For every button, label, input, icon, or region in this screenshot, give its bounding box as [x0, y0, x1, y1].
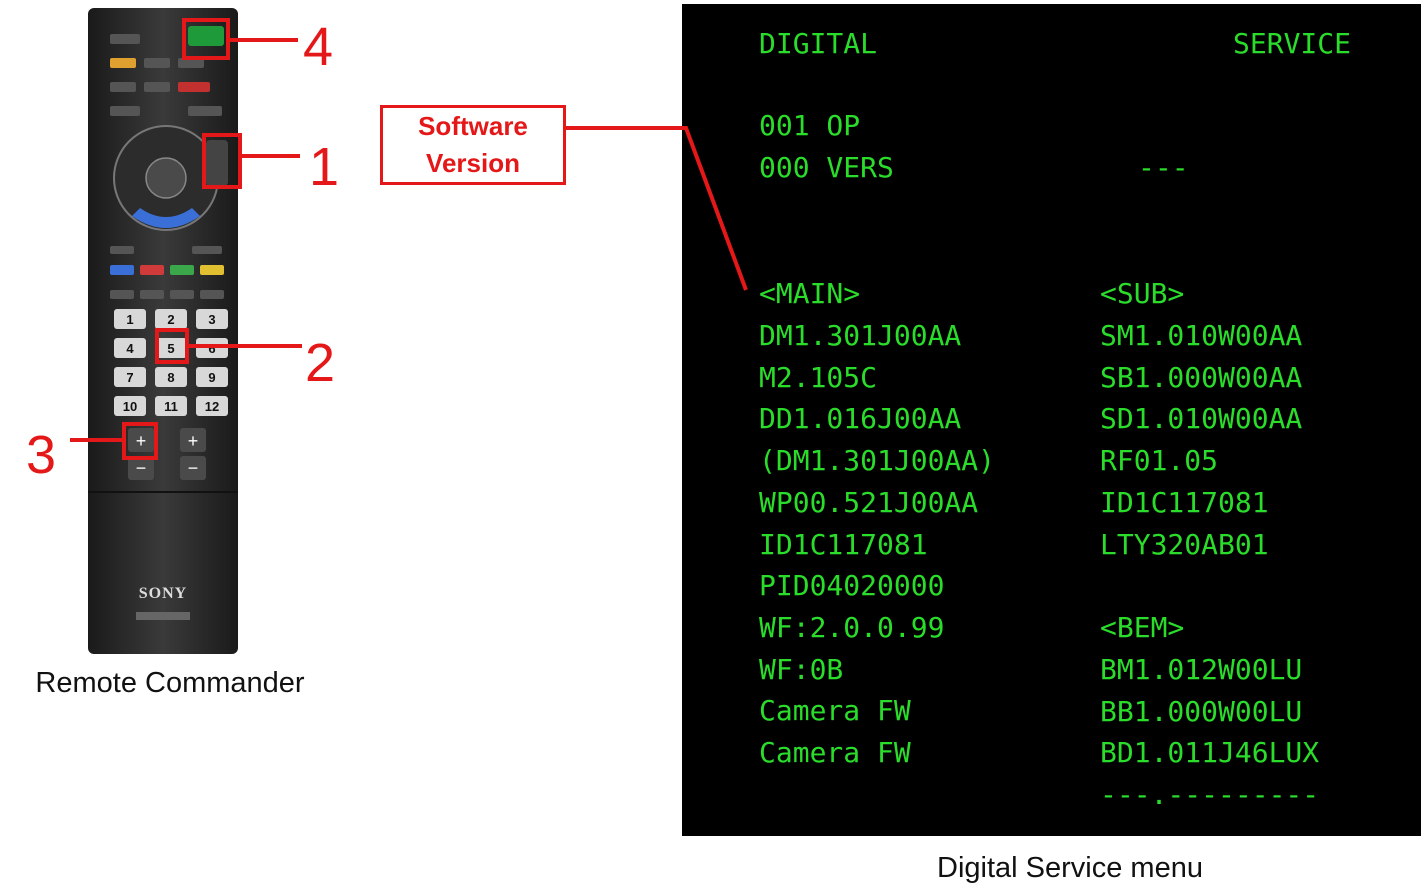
data-button[interactable] — [110, 246, 134, 254]
top-button[interactable] — [178, 58, 204, 68]
service-screen: DIGITAL SERVICE 001 OP 000 VERS --- <MAI… — [682, 4, 1421, 836]
rec-button[interactable] — [110, 82, 136, 92]
main-item: PID04020000 — [759, 569, 945, 603]
number-key-label: 6 — [208, 341, 215, 356]
number-key-label: 1 — [126, 312, 133, 327]
callout-4: 4 — [303, 17, 334, 77]
bem-title: <BEM> — [1100, 611, 1185, 644]
sub-title: <SUB> — [1100, 277, 1185, 310]
blue-key[interactable] — [110, 265, 134, 275]
main-item: Camera FW — [759, 694, 911, 728]
bem-item: ---.--------- — [1100, 778, 1320, 812]
sub-item: SM1.010W00AA — [1100, 319, 1303, 352]
callout-1: 1 — [309, 137, 340, 197]
sub-item: RF01.05 — [1100, 444, 1219, 478]
number-key-label: 5 — [167, 341, 174, 356]
main-item: Camera FW — [759, 736, 911, 769]
label-line-2: Version — [426, 148, 520, 178]
number-key-label: 3 — [208, 312, 215, 327]
top-button[interactable] — [144, 58, 170, 68]
main-item: (DM1.301J00AA) — [759, 444, 996, 478]
minus-label: − — [136, 458, 147, 478]
main-item: ID1C117081 — [759, 527, 928, 561]
sync-menu-button[interactable] — [206, 140, 228, 186]
main-item: M2.105C — [759, 360, 878, 394]
bem-item: BM1.012W00LU — [1100, 653, 1303, 686]
plus-label: + — [188, 431, 199, 451]
top-button[interactable] — [110, 106, 140, 116]
remote-caption: Remote Commander — [35, 667, 305, 699]
sub-item: SD1.010W00AA — [1100, 402, 1303, 436]
number-key-label: 9 — [208, 370, 215, 385]
bs-button[interactable] — [170, 290, 194, 299]
orange-button[interactable] — [110, 58, 136, 68]
main-item: WF:0B — [759, 652, 844, 686]
callout-3: 3 — [26, 425, 57, 485]
main-item: WP00.521J00AA — [759, 485, 979, 519]
vers-value: --- — [1138, 151, 1189, 184]
action-button[interactable] — [192, 246, 222, 254]
main-item: DM1.301J00AA — [759, 319, 962, 352]
main-item: DD1.016J00AA — [759, 402, 962, 436]
plus-label: + — [136, 431, 147, 451]
label-line-1: Software — [418, 111, 528, 141]
remote-body — [88, 8, 238, 654]
input-button[interactable] — [110, 34, 140, 44]
header-right: SERVICE — [1233, 27, 1352, 60]
op-line: 001 OP — [759, 109, 861, 142]
callout-2: 2 — [305, 333, 336, 393]
number-key-label: 2 — [167, 312, 174, 327]
number-key-label: 10 — [123, 399, 137, 414]
number-key-label: 8 — [167, 370, 174, 385]
number-key-label: 12 — [205, 399, 219, 414]
software-version-label: Software Version — [380, 105, 566, 185]
sub-item: SB1.000W00AA — [1100, 360, 1303, 394]
bem-item: BD1.011J46LUX — [1100, 736, 1320, 770]
red-key[interactable] — [140, 265, 164, 275]
rec-button[interactable] — [144, 82, 170, 92]
analog-button[interactable] — [110, 290, 134, 299]
header-left: DIGITAL — [759, 27, 878, 60]
screen-caption: Digital Service menu — [937, 852, 1203, 884]
cs-button[interactable] — [200, 290, 224, 299]
top-button[interactable] — [188, 106, 222, 116]
ok-button[interactable] — [145, 157, 187, 199]
main-item: WF:2.0.0.99 — [759, 610, 945, 644]
power-button[interactable] — [188, 26, 224, 46]
rec-button[interactable] — [178, 82, 210, 92]
model-plate — [136, 612, 190, 620]
number-key-label: 11 — [164, 399, 178, 414]
main-title: <MAIN> — [759, 277, 861, 310]
brand-logo: SONY — [139, 585, 187, 602]
vers-line: 000 VERS — [759, 151, 894, 184]
sub-item: ID1C117081 — [1100, 485, 1269, 519]
number-key-label: 4 — [126, 341, 134, 356]
digital-button[interactable] — [140, 290, 164, 299]
remote-commander: 1 2 34 5 67 8 910 11 12 + + − − SONY — [88, 8, 238, 654]
green-key[interactable] — [170, 265, 194, 275]
bem-item: BB1.000W00LU — [1100, 694, 1303, 728]
number-key-label: 7 — [126, 370, 133, 385]
minus-label: − — [188, 458, 199, 478]
sub-item: LTY320AB01 — [1100, 527, 1269, 561]
yellow-key[interactable] — [200, 265, 224, 275]
